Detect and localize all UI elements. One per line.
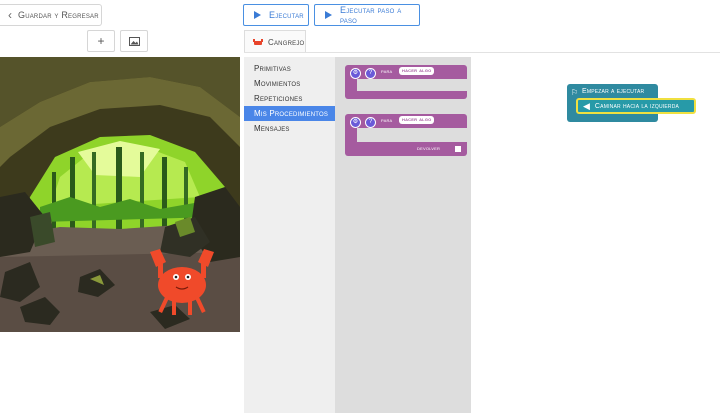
category-mis-procedimientos[interactable]: Mis Procedimientos bbox=[244, 106, 335, 121]
category-repeticiones[interactable]: Repeticiones bbox=[244, 91, 335, 106]
save-and-return-button[interactable]: ‹ Guardar y Regresar bbox=[0, 4, 102, 26]
return-label: devolver bbox=[417, 146, 441, 152]
play-icon bbox=[254, 11, 261, 19]
tab-label: Cangrejo bbox=[268, 37, 305, 47]
cave-scene bbox=[0, 57, 240, 332]
settings-icon[interactable]: ⚙ bbox=[350, 117, 361, 128]
chevron-left-icon: ‹ bbox=[8, 8, 12, 22]
tab-actor[interactable]: Cangrejo bbox=[244, 30, 306, 53]
crab-icon bbox=[253, 39, 263, 45]
run-label: Ejecutar bbox=[269, 10, 304, 20]
image-button[interactable] bbox=[120, 30, 148, 52]
procedure-return-block[interactable]: ⚙ ? para hacer algo devolver bbox=[345, 114, 467, 156]
return-socket bbox=[455, 146, 461, 152]
step-run-label: Ejecutar paso a paso bbox=[340, 5, 402, 25]
blocks-flyout: ⚙ ? para hacer algo ⚙ ? para hacer algo … bbox=[335, 57, 471, 413]
run-button[interactable]: Ejecutar bbox=[243, 4, 309, 26]
category-primitivas[interactable]: Primitivas bbox=[244, 61, 335, 76]
start-label: Empezar a ejecutar bbox=[582, 88, 645, 95]
arrow-left-icon: ◀ bbox=[583, 100, 590, 111]
plus-icon: + bbox=[97, 34, 105, 48]
move-left-block[interactable]: ◀ Caminar hacia la izquierda bbox=[576, 98, 696, 114]
procedure-name-field[interactable]: hacer algo bbox=[399, 116, 435, 124]
settings-icon[interactable]: ⚙ bbox=[350, 68, 361, 79]
save-and-return-label: Guardar y Regresar bbox=[18, 10, 99, 20]
block-categories: Primitivas Movimientos Repeticiones Mis … bbox=[244, 57, 335, 413]
category-mensajes[interactable]: Mensajes bbox=[244, 121, 335, 136]
tab-divider bbox=[244, 52, 720, 53]
procedure-name-field[interactable]: hacer algo bbox=[399, 67, 435, 75]
procedure-label: para bbox=[381, 69, 393, 75]
procedure-block[interactable]: ⚙ ? para hacer algo bbox=[345, 65, 467, 99]
add-button[interactable]: + bbox=[87, 30, 115, 52]
procedure-label: para bbox=[381, 118, 393, 124]
step-run-button[interactable]: Ejecutar paso a paso bbox=[314, 4, 420, 26]
image-icon bbox=[128, 36, 140, 46]
play-icon bbox=[325, 11, 332, 19]
category-movimientos[interactable]: Movimientos bbox=[244, 76, 335, 91]
help-icon[interactable]: ? bbox=[365, 68, 376, 79]
run-flag-icon: ⚐ bbox=[571, 88, 579, 97]
move-left-label: Caminar hacia la izquierda bbox=[594, 102, 680, 110]
help-icon[interactable]: ? bbox=[365, 117, 376, 128]
stage-canvas bbox=[0, 57, 240, 332]
